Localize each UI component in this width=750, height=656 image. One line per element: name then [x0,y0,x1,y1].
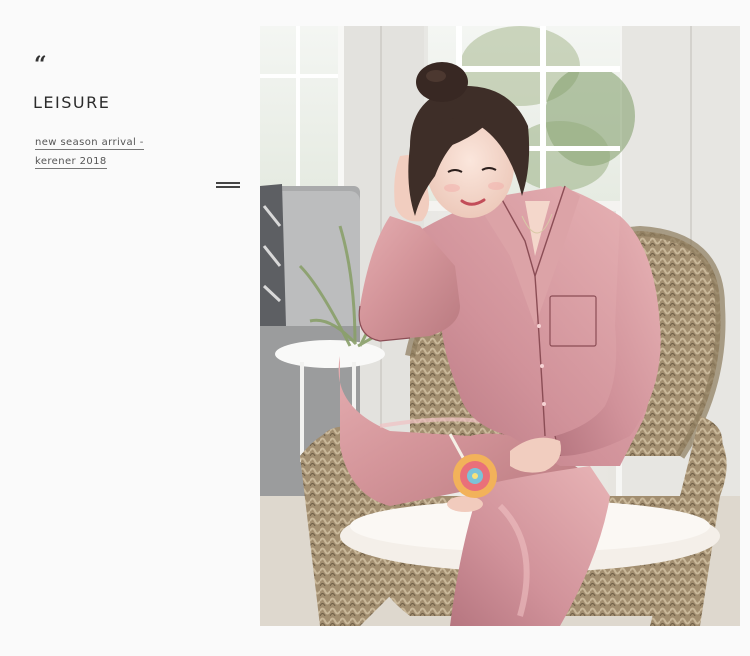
menu-icon[interactable] [216,182,240,189]
text-panel [0,26,260,626]
tagline-line-2: kerener 2018 [35,156,107,169]
product-photo [260,26,740,626]
tagline-line-1: new season arrival - [35,137,144,150]
quote-mark-icon: “ [34,52,47,78]
headline: LEISURE [33,93,111,112]
tagline: new season arrival - kerener 2018 [35,133,185,171]
product-banner: “ LEISURE new season arrival - kerener 2… [0,0,750,656]
